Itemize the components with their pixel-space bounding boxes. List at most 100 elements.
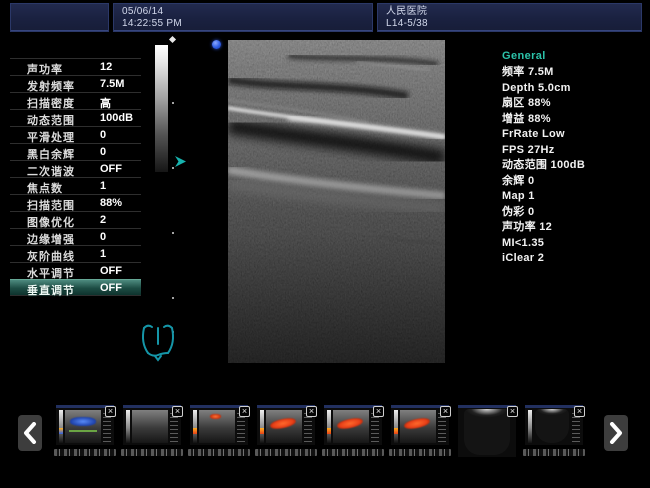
parameter-value: OFF	[100, 163, 122, 175]
parameter-list: 声功率 12 发射频率 7.5M 扫描密度 高 动态范围 100dB 平滑处理 …	[10, 58, 141, 296]
topbar-blank-section	[10, 3, 109, 32]
parameter-row[interactable]: 灰阶曲线 1	[10, 245, 141, 262]
parameter-value: 100dB	[100, 112, 133, 124]
depth-marker-dot	[172, 102, 174, 104]
parameter-row[interactable]: 扫描范围 88%	[10, 194, 141, 211]
chevron-left-icon	[23, 422, 37, 444]
doppler-baseline	[69, 430, 98, 432]
doppler-flow-region	[70, 417, 95, 426]
thumbnail-grayscale-bar	[59, 410, 63, 443]
parameter-row[interactable]: 焦点数 1	[10, 177, 141, 194]
thumbnail-color-scale	[327, 428, 331, 434]
thumbnail-color-scale	[59, 428, 63, 434]
next-thumbnails-button[interactable]	[604, 415, 628, 451]
info-line: 伪彩 0	[502, 205, 648, 221]
hospital-name: 人民医院	[386, 6, 427, 17]
thumbnail-scan-area	[266, 410, 302, 443]
parameter-value: OFF	[100, 265, 122, 277]
info-line: 增益 88%	[502, 112, 648, 128]
doppler-flow-region	[404, 417, 431, 431]
doppler-flow-region	[270, 417, 297, 431]
parameter-row[interactable]: 二次谐波 OFF	[10, 160, 141, 177]
parameter-value: 0	[100, 231, 106, 243]
info-line: FPS 27Hz	[502, 143, 648, 159]
thumbnail-color-scale	[193, 428, 197, 434]
thumbnail-caption	[389, 449, 451, 456]
depth-marker-diamond-icon	[169, 36, 176, 43]
thumbnail-item[interactable]: ×	[56, 405, 114, 445]
ultrasound-image	[228, 40, 445, 363]
parameter-row[interactable]: 发射频率 7.5M	[10, 75, 141, 92]
thumbnail-item[interactable]: ×	[525, 405, 583, 445]
thumbnail-scan-area	[400, 410, 436, 443]
parameter-value: 2	[100, 214, 106, 226]
thumbnail-caption	[523, 449, 585, 456]
parameter-row[interactable]: 黑白余辉 0	[10, 143, 141, 160]
parameter-row[interactable]: 边缘增强 0	[10, 228, 141, 245]
thumbnail-close-button[interactable]: ×	[306, 406, 317, 417]
thumbnail-grayscale-bar	[126, 410, 130, 443]
thumbnail-close-button[interactable]: ×	[574, 406, 585, 417]
topbar: 05/06/14 14:22:55 PM 人民医院 L14-5/38	[10, 3, 642, 32]
focus-arrow-icon[interactable]	[174, 155, 187, 173]
thumbnail-caption	[188, 449, 250, 456]
info-line: 余辉 0	[502, 174, 648, 190]
thumbnail-close-button[interactable]: ×	[172, 406, 183, 417]
thumbnail-close-button[interactable]: ×	[105, 406, 116, 417]
thumbnail-color-scale	[260, 428, 264, 434]
doppler-flow-region	[210, 414, 221, 419]
thumbnail-close-button[interactable]: ×	[239, 406, 250, 417]
thumbnail-grayscale-bar	[394, 410, 398, 443]
datetime-text: 05/06/14 14:22:55 PM	[122, 6, 182, 30]
parameter-row[interactable]: 声功率 12	[10, 58, 141, 75]
info-lines: 频率 7.5M Depth 5.0cm 扇区 88% 增益 88% FrRate…	[502, 65, 648, 267]
thumbnail-scan-area	[199, 410, 235, 443]
parameter-row[interactable]: 图像优化 2	[10, 211, 141, 228]
prev-thumbnails-button[interactable]	[18, 415, 42, 451]
depth-marker-dot	[172, 297, 174, 299]
parameter-row[interactable]: 扫描密度 高	[10, 92, 141, 109]
info-line: 声功率 12	[502, 220, 648, 236]
parameter-value: OFF	[100, 282, 122, 294]
date-text: 05/06/14	[122, 6, 163, 17]
thumbnail-close-button[interactable]: ×	[440, 406, 451, 417]
grayscale-bar	[155, 45, 168, 172]
probe-model: L14-5/38	[386, 18, 428, 29]
info-line: iClear 2	[502, 251, 648, 267]
thumbnail-item[interactable]: ×	[257, 405, 315, 445]
thumbnail-item[interactable]: ×	[324, 405, 382, 445]
thumbnail-caption	[322, 449, 384, 456]
info-line: Depth 5.0cm	[502, 81, 648, 97]
parameter-value: 88%	[100, 197, 122, 209]
thumbnail-item[interactable]: ×	[458, 405, 516, 457]
thumbnail-item[interactable]: ×	[391, 405, 449, 445]
ultrasound-app-frame: 05/06/14 14:22:55 PM 人民医院 L14-5/38 声功率 1…	[0, 0, 650, 488]
info-line: 动态范围 100dB	[502, 158, 648, 174]
info-line: 频率 7.5M	[502, 65, 648, 81]
info-line: FrRate Low	[502, 127, 648, 143]
body-mark-icon[interactable]	[139, 319, 177, 370]
thumbnail-caption	[54, 449, 116, 456]
parameter-value: 1	[100, 248, 106, 260]
topbar-datetime-section: 05/06/14 14:22:55 PM	[113, 3, 373, 32]
thumbnail-grayscale-bar	[260, 410, 264, 443]
thumbnail-scan-area	[65, 410, 101, 443]
parameter-row[interactable]: 水平调节 OFF	[10, 262, 141, 279]
thumbnail-strip: × × × × × × × ×	[0, 403, 650, 465]
info-panel-header: General	[502, 50, 648, 62]
info-line: MI<1.35	[502, 236, 648, 252]
thumbnail-close-button[interactable]: ×	[373, 406, 384, 417]
parameter-row[interactable]: 垂直调节 OFF	[10, 279, 141, 296]
parameter-row[interactable]: 动态范围 100dB	[10, 109, 141, 126]
thumbnail-item[interactable]: ×	[190, 405, 248, 445]
parameter-label: 垂直调节	[27, 282, 75, 298]
info-line: Map 1	[502, 189, 648, 205]
image-info-panel: General 频率 7.5M Depth 5.0cm 扇区 88% 增益 88…	[502, 50, 648, 267]
parameter-value: 0	[100, 129, 106, 141]
active-point-marker	[212, 40, 221, 49]
parameter-value: 0	[100, 146, 106, 158]
thumbnail-close-button[interactable]: ×	[507, 406, 518, 417]
thumbnail-item[interactable]: ×	[123, 405, 181, 445]
thumbnail-grayscale-bar	[327, 410, 331, 443]
parameter-row[interactable]: 平滑处理 0	[10, 126, 141, 143]
